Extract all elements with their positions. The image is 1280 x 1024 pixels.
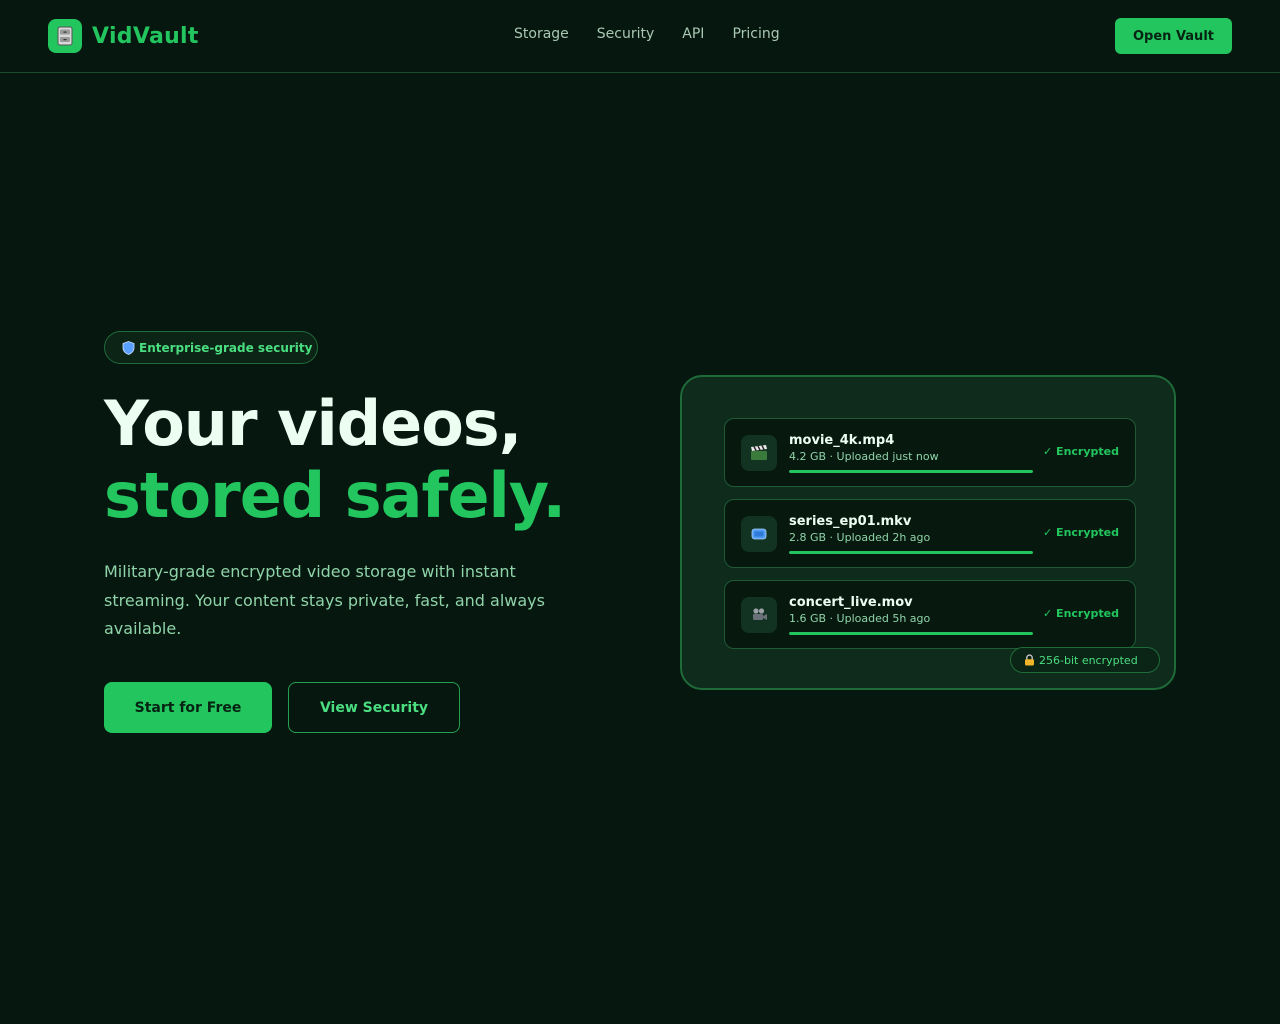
file-name: concert_live.mov [789,595,913,610]
upload-progress [789,551,1033,554]
hero-headline: Your videos, stored safely. [104,388,664,532]
vault-preview-panel: movie_4k.mp4 4.2 GB · Uploaded just now … [680,375,1176,690]
video-camera-icon [741,597,777,633]
hero-headline-line2: stored safely. [104,459,566,532]
encryption-badge-label: 256-bit encrypted [1039,653,1138,667]
lock-icon [1025,654,1034,666]
hero-subtitle: Military-grade encrypted video storage w… [104,562,545,638]
nav-link-storage[interactable]: Storage [514,26,569,42]
security-badge: Enterprise-grade security [104,331,318,364]
clapperboard-icon [741,435,777,471]
encryption-badge: 256-bit encrypted [1010,647,1160,673]
nav-links: Storage Security API Pricing [514,26,780,42]
file-meta: 4.2 GB · Uploaded just now [789,450,939,463]
encrypted-status: ✓ Encrypted [1043,445,1119,458]
open-vault-button[interactable]: Open Vault [1115,18,1232,54]
file-card[interactable]: concert_live.mov 1.6 GB · Uploaded 5h ag… [724,580,1136,649]
file-name: series_ep01.mkv [789,514,912,529]
shield-icon [122,340,135,355]
file-card[interactable]: series_ep01.mkv 2.8 GB · Uploaded 2h ago… [724,499,1136,568]
hero-headline-line1: Your videos, [104,387,522,460]
security-badge-label: Enterprise-grade security [139,340,313,355]
top-nav: VidVault Storage Security API Pricing Op… [0,0,1280,73]
nav-link-pricing[interactable]: Pricing [732,26,779,42]
tv-icon [741,516,777,552]
start-free-button[interactable]: Start for Free [104,682,272,733]
upload-progress-fill [789,632,1033,635]
brand-name: VidVault [92,23,199,49]
file-meta: 1.6 GB · Uploaded 5h ago [789,612,931,625]
file-name: movie_4k.mp4 [789,433,895,448]
upload-progress [789,470,1033,473]
brand[interactable]: VidVault [48,19,199,53]
upload-progress-fill [789,470,1033,473]
file-card[interactable]: movie_4k.mp4 4.2 GB · Uploaded just now … [724,418,1136,487]
upload-progress-fill [789,551,1033,554]
nav-link-api[interactable]: API [682,26,704,42]
encrypted-status: ✓ Encrypted [1043,526,1119,539]
upload-progress [789,632,1033,635]
nav-link-security[interactable]: Security [597,26,655,42]
view-security-button[interactable]: View Security [288,682,460,733]
file-meta: 2.8 GB · Uploaded 2h ago [789,531,931,544]
encrypted-status: ✓ Encrypted [1043,607,1119,620]
filing-cabinet-icon [48,19,82,53]
